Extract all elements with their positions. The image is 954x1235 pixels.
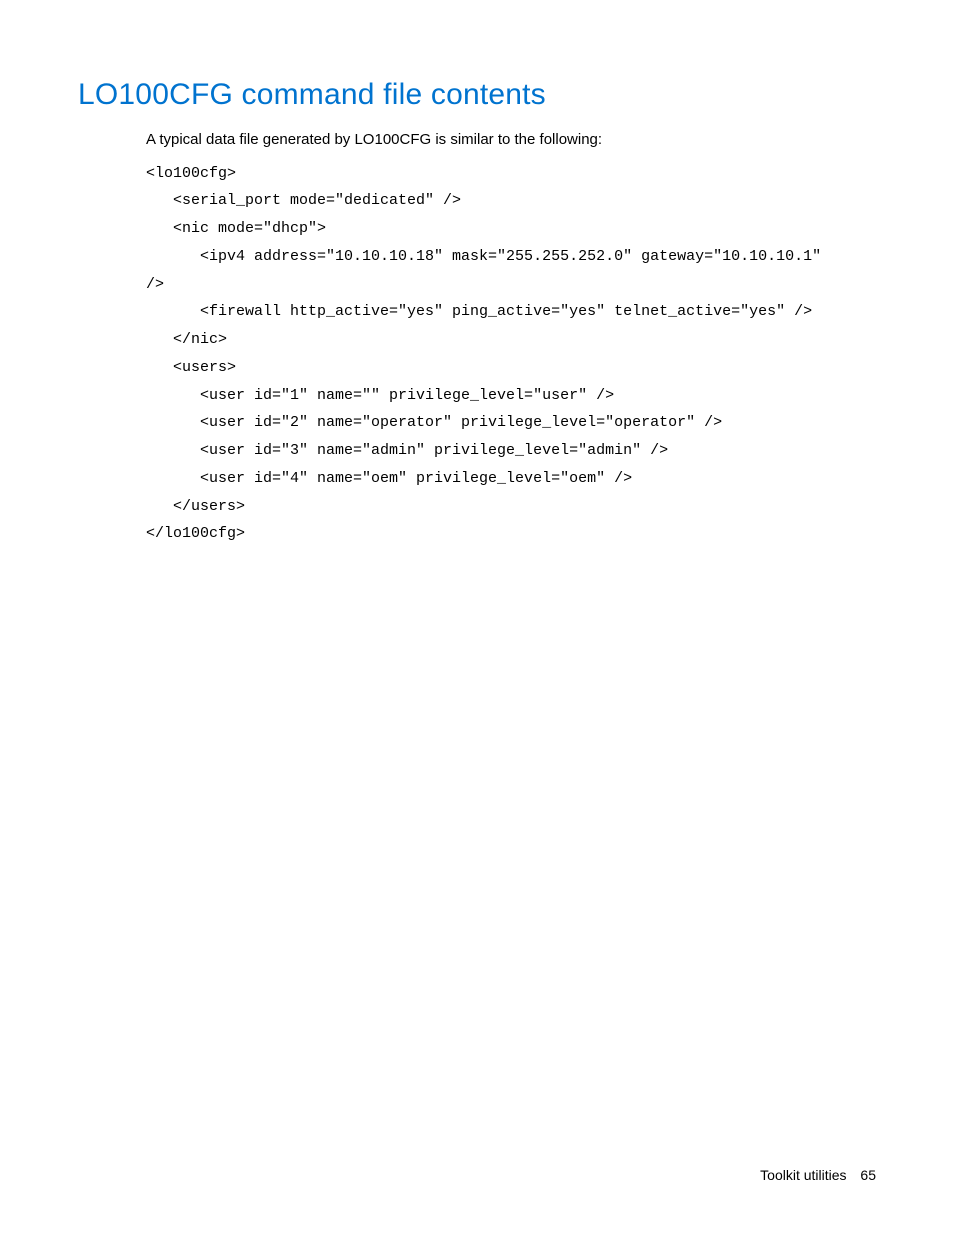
page-footer: Toolkit utilities 65	[760, 1167, 876, 1183]
document-page: LO100CFG command file contents A typical…	[0, 0, 954, 1235]
footer-section-label: Toolkit utilities	[760, 1167, 846, 1183]
section-heading: LO100CFG command file contents	[78, 78, 876, 112]
intro-paragraph: A typical data file generated by LO100CF…	[146, 130, 876, 150]
code-block: <lo100cfg> <serial_port mode="dedicated"…	[146, 160, 876, 549]
footer-page-number: 65	[860, 1167, 876, 1183]
